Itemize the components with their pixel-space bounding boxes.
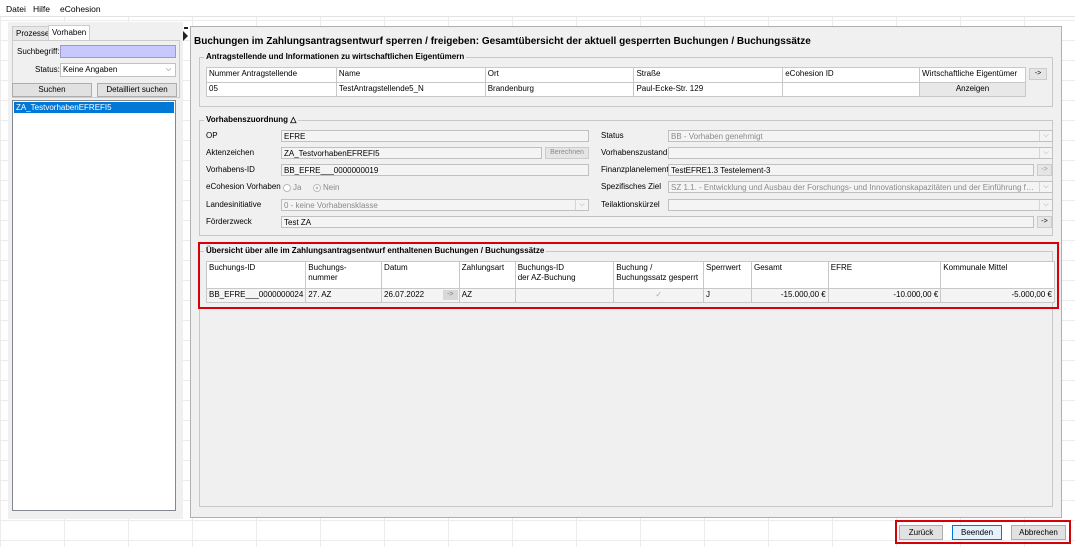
spezifisches-ziel-value: SZ 1.1. - Entwicklung und Ausbau der For… <box>671 183 1053 192</box>
col-header: Nummer Antragstellende <box>206 67 337 83</box>
table-cell: TestAntragstellende5_N <box>335 82 486 97</box>
ecohesion-vorhaben-label: eCohesion Vorhaben <box>206 182 281 191</box>
table-cell <box>782 82 920 97</box>
collapse-arrow-icon[interactable] <box>183 31 188 41</box>
menu-datei[interactable]: Datei <box>6 4 26 14</box>
table-cell: 05 <box>206 82 337 97</box>
landesinitiative-select[interactable]: 0 - keine Vorhabensklasse ⌵ <box>281 199 589 211</box>
search-input[interactable] <box>60 45 176 58</box>
antragstellende-title: Antragstellende und Informationen zu wir… <box>204 52 467 61</box>
foerderzweck-field[interactable]: Test ZA <box>281 216 1034 228</box>
vorhabens-id-label: Vorhabens-ID <box>206 165 255 174</box>
landesinitiative-label: Landesinitiative <box>206 200 262 209</box>
radio-nein-label: Nein <box>323 183 340 192</box>
chevron-down-icon: ⌵ <box>1039 182 1052 192</box>
chevron-down-icon: ⌵ <box>1039 148 1052 158</box>
chevron-down-icon: ⌵ <box>162 64 175 76</box>
status-select[interactable]: BB - Vorhaben genehmigt ⌵ <box>668 130 1053 142</box>
radio-ja-circle <box>283 183 291 192</box>
status-label: Status: <box>35 65 60 74</box>
menu-bar: Datei Hilfe eCohesion <box>0 0 1075 17</box>
search-button[interactable]: Suchen <box>12 83 92 97</box>
spezifisches-ziel-select[interactable]: SZ 1.1. - Entwicklung und Ausbau der For… <box>668 181 1053 193</box>
expand-button[interactable]: -> <box>1029 68 1047 80</box>
list-item[interactable]: ZA_TestvorhabenEFREFI5 <box>14 102 174 113</box>
op-field[interactable]: EFRE <box>281 130 589 142</box>
chevron-down-icon: ⌵ <box>575 200 588 210</box>
aktenzeichen-field[interactable]: ZA_TestvorhabenEFREFI5 <box>281 147 542 159</box>
vorhabenszuordnung-group: Vorhabenszuordnung △ OP EFRE Aktenzeiche… <box>199 115 1053 236</box>
vorhaben-list[interactable]: ZA_TestvorhabenEFREFI5 <box>12 100 176 511</box>
status-value: Keine Angaben <box>63 65 118 74</box>
col-header: Straße <box>633 67 784 83</box>
chevron-down-icon: ⌵ <box>1039 131 1052 141</box>
status-label: Status <box>601 131 624 140</box>
table-cell: Brandenburg <box>484 82 635 97</box>
radio-ja[interactable]: Ja <box>283 183 301 192</box>
menu-hilfe[interactable]: Hilfe <box>33 4 50 14</box>
spezifisches-ziel-label: Spezifisches Ziel <box>601 182 662 191</box>
col-header: Wirtschaftliche Eigentümer <box>918 67 1027 83</box>
vorhabenszustand-label: Vorhabenszustand <box>601 148 668 157</box>
teilaktionskuerzel-select[interactable]: ⌵ <box>668 199 1053 211</box>
menu-ecohesion[interactable]: eCohesion <box>60 4 101 14</box>
foerderzweck-label: Förderzweck <box>206 217 252 226</box>
status-value: BB - Vorhaben genehmigt <box>671 132 763 141</box>
vorhabens-id-field[interactable]: BB_EFRE___0000000019 <box>281 164 589 176</box>
radio-nein-circle <box>313 183 321 192</box>
detailed-search-button[interactable]: Detailliert suchen <box>97 83 177 97</box>
highlight-box-footer <box>895 520 1071 544</box>
finanzplanelement-label: Finanzplanelement <box>601 165 669 174</box>
radio-nein[interactable]: Nein <box>313 183 339 192</box>
radio-ja-label: Ja <box>293 183 302 192</box>
suchbegriff-label: Suchbegriff: <box>17 47 60 56</box>
page-title: Buchungen im Zahlungsantragsentwurf sper… <box>194 36 811 47</box>
vorhabenszuordnung-title[interactable]: Vorhabenszuordnung △ <box>204 115 299 124</box>
antragstellende-group: Antragstellende und Informationen zu wir… <box>199 52 1053 107</box>
table-cell: Paul-Ecke-Str. 129 <box>633 82 784 97</box>
finanzplanelement-field[interactable]: TestEFRE1.3 Testelement-3 <box>668 164 1034 176</box>
berechnen-button[interactable]: Berechnen <box>545 147 589 159</box>
finanzplanelement-arrow-button[interactable]: -> <box>1037 164 1052 176</box>
foerderzweck-arrow-button[interactable]: -> <box>1037 216 1052 228</box>
col-header: Ort <box>484 67 635 83</box>
landesinitiative-value: 0 - keine Vorhabensklasse <box>284 201 378 210</box>
aktenzeichen-label: Aktenzeichen <box>206 148 255 157</box>
chevron-down-icon: ⌵ <box>1039 200 1052 210</box>
teilaktionskuerzel-label: Teilaktionskürzel <box>601 200 660 209</box>
col-header: Name <box>335 67 486 83</box>
left-panel: Prozesse Vorhaben Suchbegriff: Status: K… <box>8 22 183 519</box>
highlight-box-buchungen <box>198 242 1059 309</box>
antragstellende-table: Nummer Antragstellende Name Ort Straße e… <box>206 67 1027 97</box>
anzeigen-button[interactable]: Anzeigen <box>918 82 1027 97</box>
tab-vorhaben[interactable]: Vorhaben <box>48 25 91 40</box>
vorhabenszustand-select[interactable]: ⌵ <box>668 147 1053 159</box>
status-select[interactable]: Keine Angaben ⌵ <box>60 63 176 77</box>
op-label: OP <box>206 131 218 140</box>
splitter-handle[interactable] <box>184 27 188 29</box>
col-header: eCohesion ID <box>782 67 920 83</box>
